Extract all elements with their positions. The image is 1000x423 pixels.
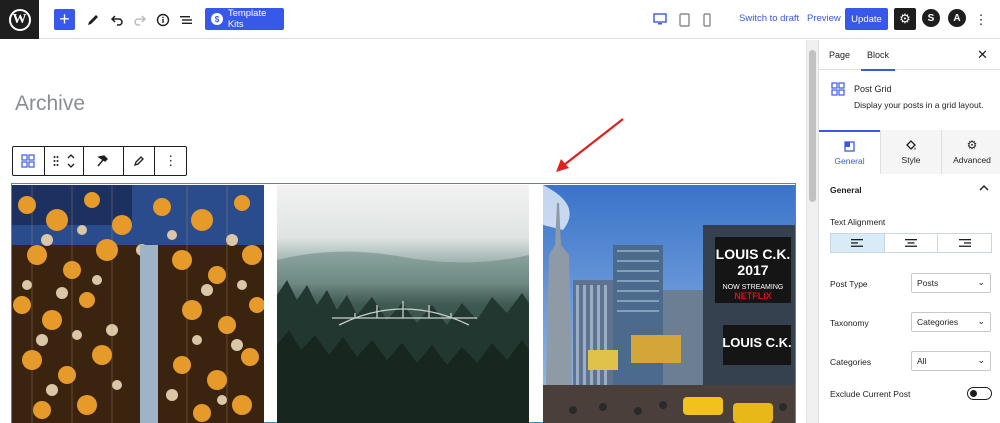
update-button[interactable]: Update xyxy=(845,8,888,30)
template-kits-button[interactable]: $ Template Kits xyxy=(205,8,284,30)
post-image-ornaments[interactable] xyxy=(12,185,264,423)
text-alignment-label: Text Alignment xyxy=(830,217,886,227)
more-options-icon[interactable]: ⋮ xyxy=(974,9,988,30)
tab-style-label: Style xyxy=(901,155,921,165)
wordpress-icon: W xyxy=(8,8,31,31)
general-tab-icon xyxy=(844,140,855,152)
redo-icon[interactable] xyxy=(131,9,149,30)
edit-pencil-icon[interactable] xyxy=(124,147,156,175)
paint-bucket-icon xyxy=(906,140,916,150)
align-center-icon xyxy=(905,239,917,247)
page-title[interactable]: Archive xyxy=(15,92,85,116)
categories-select[interactable]: All ⌄ xyxy=(911,351,991,371)
align-right-button[interactable] xyxy=(938,234,991,252)
annotation-arrow-icon xyxy=(556,118,624,172)
astra-icon[interactable]: A xyxy=(948,9,966,27)
text-alignment-control xyxy=(830,233,992,253)
settings-sidebar: Page Block ✕ Post Grid Display your post… xyxy=(818,40,1000,423)
categories-label: Categories xyxy=(830,357,872,367)
switch-to-draft-button[interactable]: Switch to draft xyxy=(739,13,799,24)
desktop-preview-icon[interactable] xyxy=(652,9,668,30)
categories-value: All xyxy=(917,356,927,366)
tab-general-label: General xyxy=(834,155,865,166)
chevron-down-icon: ⌄ xyxy=(977,316,985,326)
exclude-current-post-toggle[interactable] xyxy=(967,387,992,400)
taxonomy-select[interactable]: Categories ⌄ xyxy=(911,312,991,332)
drag-handle-icon[interactable] xyxy=(53,155,59,167)
list-view-icon[interactable] xyxy=(177,9,195,30)
taxonomy-value: Categories xyxy=(917,317,959,327)
gear-icon: ⚙ xyxy=(966,138,978,152)
align-left-icon xyxy=(851,239,864,247)
tools-pencil-icon[interactable] xyxy=(84,9,102,30)
chevron-up-icon[interactable] xyxy=(979,184,989,192)
move-up-down-icon[interactable] xyxy=(67,153,75,169)
svg-text:NOW STREAMING: NOW STREAMING xyxy=(723,284,784,291)
tablet-preview-icon[interactable] xyxy=(677,9,691,30)
exclude-current-post-label: Exclude Current Post xyxy=(830,389,911,399)
post-type-value: Posts xyxy=(917,278,939,288)
tab-general[interactable]: General xyxy=(819,130,880,174)
preview-button[interactable]: Preview xyxy=(807,13,841,24)
panel-section-title[interactable]: General xyxy=(830,185,862,195)
post-type-select[interactable]: Posts ⌄ xyxy=(911,273,991,293)
block-toolbar: ⋮ xyxy=(12,146,187,176)
post-image-times-square[interactable]: LOUIS C.K. 2017 NOW STREAMING NETFLIX LO… xyxy=(543,185,795,423)
taxonomy-label: Taxonomy xyxy=(830,318,869,328)
align-left-button[interactable] xyxy=(831,234,885,252)
block-options-icon[interactable]: ⋮ xyxy=(155,147,186,175)
tab-block[interactable]: Block xyxy=(860,50,896,71)
svg-text:LOUIS C.K.: LOUIS C.K. xyxy=(722,335,791,350)
add-block-button[interactable]: + xyxy=(54,9,75,30)
svg-text:NETFLIX: NETFLIX xyxy=(734,291,772,301)
post-image-forest-bridge[interactable] xyxy=(277,185,529,423)
hammer-tool-icon[interactable] xyxy=(84,147,124,175)
block-mover xyxy=(45,147,85,175)
s-plugin-icon[interactable]: S xyxy=(922,9,940,27)
align-center-button[interactable] xyxy=(885,234,939,252)
svg-text:2017: 2017 xyxy=(737,262,768,278)
tab-page[interactable]: Page xyxy=(829,50,850,60)
post-type-label: Post Type xyxy=(830,279,868,289)
scrollbar-thumb[interactable] xyxy=(809,50,816,202)
post-grid-block-icon[interactable] xyxy=(13,147,45,175)
settings-gear-icon[interactable]: ⚙ xyxy=(894,8,916,30)
editor-top-toolbar: W + $ Template Kits Switch to draft Prev… xyxy=(0,0,1000,39)
inspector-tabs: General Style ⚙ Advanced xyxy=(819,130,1000,174)
details-info-icon[interactable] xyxy=(154,9,172,30)
editor-scrollbar[interactable] xyxy=(806,40,818,423)
post-grid-icon xyxy=(831,82,845,96)
tab-advanced-label: Advanced xyxy=(953,155,991,165)
tab-advanced[interactable]: ⚙ Advanced xyxy=(941,130,1000,174)
svg-text:LOUIS C.K.: LOUIS C.K. xyxy=(716,246,791,262)
chevron-down-icon: ⌄ xyxy=(977,355,985,365)
template-kits-label: Template Kits xyxy=(227,8,267,30)
chevron-down-icon: ⌄ xyxy=(977,277,985,287)
block-card-description: Display your posts in a grid layout. xyxy=(854,100,984,110)
block-card-title: Post Grid xyxy=(854,84,892,94)
mobile-preview-icon[interactable] xyxy=(701,9,713,30)
toggle-knob xyxy=(970,390,977,397)
close-icon[interactable]: ✕ xyxy=(977,47,988,63)
wordpress-logo-button[interactable]: W xyxy=(0,0,39,39)
undo-icon[interactable] xyxy=(108,9,126,30)
align-right-icon xyxy=(958,239,971,247)
tab-style[interactable]: Style xyxy=(880,130,941,174)
template-kits-icon: $ xyxy=(211,13,223,25)
sidebar-tabs: Page Block ✕ xyxy=(819,40,1000,71)
